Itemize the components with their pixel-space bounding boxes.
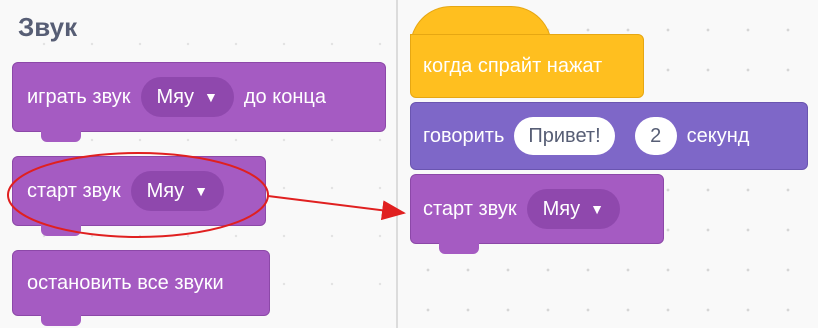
play-sound-until-done-block[interactable]: играть звук Мяу ▼ до конца [12, 62, 386, 142]
sound-dropdown[interactable]: Мяу ▼ [130, 171, 224, 211]
seconds-input[interactable]: 2 [634, 117, 677, 155]
message-input[interactable]: Привет! [514, 117, 615, 155]
block-label: говорить [423, 124, 505, 147]
block-label: когда спрайт нажат [423, 54, 603, 77]
start-sound-block[interactable]: старт звук Мяу ▼ [12, 156, 266, 236]
sound-dropdown[interactable]: Мяу ▼ [526, 189, 620, 229]
sound-dropdown[interactable]: Мяу ▼ [140, 77, 234, 117]
hat-body: когда спрайт нажат [410, 34, 644, 98]
block-palette: Звук играть звук Мяу ▼ до конца старт зв… [0, 0, 396, 328]
stop-all-sounds-block[interactable]: остановить все звуки [12, 250, 270, 326]
workspace-start-sound-block[interactable]: старт звук Мяу ▼ [410, 174, 664, 254]
block-label: играть звук [27, 85, 131, 108]
block-suffix: секунд [686, 124, 750, 147]
block-suffix: до конца [243, 85, 326, 108]
dropdown-arrow-icon: ▼ [194, 183, 208, 199]
when-sprite-clicked-block[interactable]: когда спрайт нажат [410, 6, 644, 98]
dropdown-arrow-icon: ▼ [204, 89, 218, 105]
dropdown-arrow-icon: ▼ [590, 201, 604, 217]
say-for-seconds-block[interactable]: говорить Привет! 2 секунд [410, 102, 808, 170]
block-label: старт звук [27, 179, 121, 202]
category-title: Звук [18, 12, 78, 42]
block-label: старт звук [423, 197, 517, 220]
block-label: остановить все звуки [27, 271, 224, 294]
